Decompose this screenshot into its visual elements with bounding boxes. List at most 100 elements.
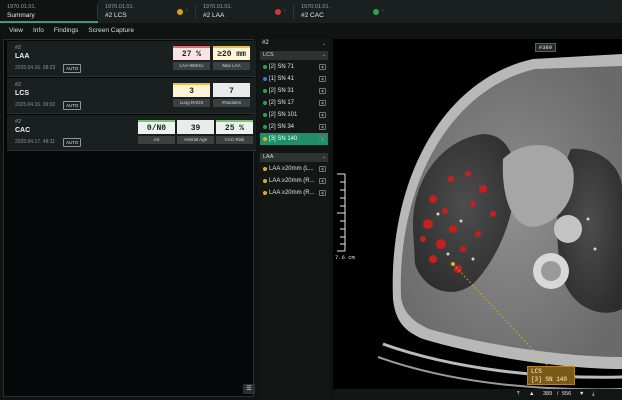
visibility-toggle-icon[interactable]: ◉ — [319, 64, 326, 70]
metric-lung-rads: 3 Lung RADS — [173, 83, 210, 107]
status-dot-icon — [263, 65, 267, 69]
metric-cac-risk: 25 % CAC-Risk — [216, 120, 253, 144]
metric-label: LAA-950HU — [173, 62, 210, 70]
metric-label: CAC-Risk — [216, 136, 253, 144]
visibility-toggle-icon[interactable]: ◉ — [319, 76, 326, 82]
series-item-label: [3] SN 140 — [269, 136, 298, 142]
series-item-label: LAA ≥20mm (L... — [269, 166, 314, 172]
visibility-toggle-icon[interactable]: ◉ — [319, 100, 326, 106]
tab-bar: 1970.01.01. Summary 1970.01.01. #2 LCS ›… — [0, 0, 622, 23]
tab-cac[interactable]: 1970.01.01. #2 CAC › — [294, 0, 394, 23]
chevron-down-icon: ⌄ — [321, 41, 326, 47]
series-item-label: LAA ≥20mm (R... — [269, 178, 315, 184]
group-label: LAA — [263, 154, 274, 160]
status-dot-icon — [263, 113, 267, 117]
series-item-label: [2] SN 101 — [269, 112, 298, 118]
row-title: CAC — [15, 127, 31, 134]
series-list-item[interactable]: [2] SN 34 ◉ — [260, 121, 328, 133]
status-dot-icon — [263, 179, 267, 183]
slice-number: 389 — [543, 391, 553, 397]
spinal-canal — [541, 261, 561, 281]
status-dot-icon — [373, 9, 379, 15]
status-dot-icon — [275, 9, 281, 15]
ct-viewer[interactable]: #389 7.6 cm LCS [3] SN 140 — [333, 39, 622, 389]
group-header-laa[interactable]: LAA ⌄ — [260, 153, 328, 162]
row-datetime: 2025.04.16. 08:23 — [15, 65, 56, 71]
series-item-label: [1] SN 41 — [269, 76, 295, 82]
metric-as: 0/N0 AS — [138, 120, 175, 144]
auto-badge: AUTO — [63, 138, 82, 147]
prev-slice-icon[interactable]: ▲ — [529, 391, 534, 397]
status-dot-icon — [263, 137, 267, 141]
chevron-right-icon: › — [186, 8, 188, 14]
series-panel-title: #2 — [262, 40, 269, 46]
nodule-callout[interactable]: LCS [3] SN 140 — [527, 366, 575, 385]
status-dot-icon — [263, 191, 267, 195]
menu-bar: View Info Findings Screen Capture — [0, 23, 333, 38]
metric-value: 7 — [213, 83, 250, 97]
last-slice-icon[interactable]: ⤓ — [592, 391, 594, 398]
metric-max-laa: ≥20 mm Max LAA — [213, 46, 250, 70]
ct-scan-image — [333, 39, 622, 389]
group-header-lcs[interactable]: LCS ⌄ — [260, 51, 328, 60]
status-dot-icon — [177, 9, 183, 15]
summary-row-lcs[interactable]: #2 LCS 2025.04.16. 09:02 AUTO 3 Lung RAD… — [7, 78, 256, 114]
series-list-item[interactable]: LAA ≥20mm (R... ◉ — [260, 175, 328, 187]
visibility-toggle-icon[interactable]: ◉ — [319, 88, 326, 94]
visibility-toggle-icon[interactable]: ◉ — [319, 112, 326, 118]
metric-value: 27 % — [173, 46, 210, 60]
series-list-item[interactable]: LAA ≥20mm (L... ◉ — [260, 163, 328, 175]
visibility-toggle-icon[interactable]: ◉ — [319, 190, 326, 196]
menu-findings[interactable]: Findings — [54, 27, 79, 34]
summary-row-laa[interactable]: #2 LAA 2025.04.16. 08:23 AUTO 27 % LAA-9… — [7, 41, 256, 77]
series-list-item[interactable]: [2] SN 31 ◉ — [260, 85, 328, 97]
metric-value: 39 — [177, 120, 214, 134]
metric-label: Lung RADS — [173, 99, 210, 107]
series-list-item[interactable]: [2] SN 17 ◉ — [260, 97, 328, 109]
menu-view[interactable]: View — [9, 27, 23, 34]
first-slice-icon[interactable]: ⤒ — [517, 391, 519, 398]
series-list-item[interactable]: [3] SN 140 ◉ — [260, 133, 328, 145]
visibility-toggle-icon[interactable]: ◉ — [319, 124, 326, 130]
metric-value: 25 % — [216, 120, 253, 134]
series-number: #2 — [15, 45, 22, 51]
metric-arterial-age: 39 Arterial Age — [177, 120, 214, 144]
visibility-toggle-icon[interactable]: ◉ — [319, 166, 326, 172]
series-list-item[interactable]: [2] SN 101 ◉ — [260, 109, 328, 121]
summary-panel: #2 LAA 2025.04.16. 08:23 AUTO 27 % LAA-9… — [3, 39, 256, 397]
tab-laa[interactable]: 1970.01.01. #2 LAA › — [196, 0, 294, 23]
status-dot-icon — [263, 101, 267, 105]
tab-lcs[interactable]: 1970.01.01. #2 LCS › — [98, 0, 196, 23]
auto-badge: AUTO — [63, 101, 82, 110]
series-item-label: [2] SN 17 — [269, 100, 295, 106]
menu-info[interactable]: Info — [33, 27, 44, 34]
row-datetime: 2025.04.16. 09:02 — [15, 102, 56, 108]
tab-summary[interactable]: 1970.01.01. Summary — [0, 0, 98, 23]
slice-separator: / — [557, 391, 559, 397]
metric-label: #Nodules — [213, 99, 250, 107]
series-panel-header[interactable]: #2 ⌄ — [260, 40, 328, 50]
tab-label: Summary — [7, 12, 35, 19]
series-item-label: [2] SN 71 — [269, 64, 295, 70]
viewer-footer: ⤒ ▲ 389 / 556 ▼ ⤓ — [333, 389, 622, 400]
visibility-toggle-icon[interactable]: ◉ — [319, 178, 326, 184]
series-list-item[interactable]: LAA ≥20mm (R... ◉ — [260, 187, 328, 199]
row-title: LCS — [15, 90, 29, 97]
tab-date: 1970.01.01. — [301, 4, 331, 10]
tab-date: 1970.01.01. — [7, 4, 37, 10]
menu-screen-capture[interactable]: Screen Capture — [88, 27, 134, 34]
metric-value: 0/N0 — [138, 120, 175, 134]
next-slice-icon[interactable]: ▼ — [579, 391, 584, 397]
row-title: LAA — [15, 53, 30, 60]
visibility-toggle-icon[interactable]: ◉ — [319, 136, 326, 142]
series-number: #2 — [15, 119, 22, 125]
chevron-right-icon: › — [382, 8, 384, 14]
series-list-item[interactable]: [2] SN 71 ◉ — [260, 61, 328, 73]
list-view-button[interactable]: ☰ — [243, 384, 255, 394]
slice-total: 556 — [562, 391, 572, 397]
series-list-item[interactable]: [1] SN 41 ◉ — [260, 73, 328, 85]
metric-laa-950hu: 27 % LAA-950HU — [173, 46, 210, 70]
nodule-marker[interactable] — [451, 262, 455, 266]
metric-label: Arterial Age — [177, 136, 214, 144]
summary-row-cac[interactable]: #2 CAC 2025.04.17. 48:11 AUTO 0/N0 AS 39… — [7, 115, 256, 151]
